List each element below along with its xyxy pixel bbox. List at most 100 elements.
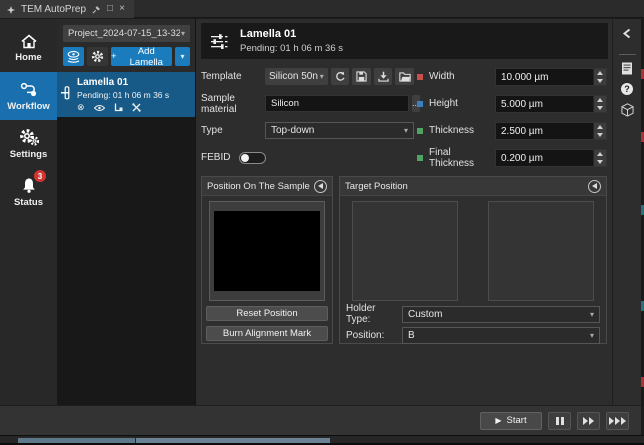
mill-icon[interactable] — [132, 103, 141, 112]
skip-step-button[interactable] — [577, 412, 600, 430]
maximize-icon[interactable]: □ — [107, 4, 113, 14]
position-select[interactable]: B ▾ — [402, 327, 600, 344]
start-button[interactable]: ▶ Start — [480, 412, 542, 430]
reset-position-button[interactable]: Reset Position — [206, 306, 328, 321]
project-select[interactable]: Project_2024-07-15_13-32-... ▾ — [63, 25, 190, 42]
home-icon — [20, 33, 38, 49]
chevron-down-icon: ▾ — [181, 29, 185, 38]
folder-icon — [399, 72, 411, 82]
target-section-title: Target Position — [345, 181, 408, 192]
type-select[interactable]: Top-down ▾ — [265, 122, 414, 139]
sliders-icon — [210, 33, 229, 50]
template-refresh-button[interactable] — [331, 68, 350, 85]
position-marker-icon[interactable] — [114, 103, 123, 112]
height-input[interactable]: 5.000 µm — [495, 95, 607, 113]
cube-3d-icon[interactable] — [621, 103, 634, 117]
sidebar-item-workflow[interactable]: Workflow — [0, 72, 57, 120]
sidebar-item-home[interactable]: Home — [0, 24, 57, 72]
pause-button[interactable] — [548, 412, 571, 430]
eye-icon[interactable] — [94, 104, 105, 112]
dimension-color-swatch — [417, 155, 423, 161]
import-icon — [378, 71, 389, 82]
content-area: Home Workflow Settings — [0, 19, 644, 405]
dimension-color-swatch — [417, 101, 423, 107]
template-save-button[interactable] — [352, 68, 371, 85]
holder-preview-right — [488, 201, 594, 301]
chevron-down-icon: ▾ — [320, 72, 324, 81]
position-section-title: Position On The Sample — [207, 181, 310, 192]
pause-icon — [556, 417, 559, 425]
lamella-icon — [61, 86, 73, 112]
window-tab[interactable]: TEM AutoPrep □ × — [0, 0, 134, 18]
lamella-form: Template Silicon 50n ▾ — [201, 67, 607, 175]
chevron-down-icon: ▾ — [590, 331, 594, 340]
help-icon[interactable]: ? — [621, 83, 633, 95]
tem-autoprep-window: TEM AutoPrep □ × Home Workflow — [0, 0, 644, 445]
thickness-input[interactable]: 2.500 µm — [495, 122, 607, 140]
play-icon: ▶ — [495, 416, 501, 425]
lamella-detail-header: Lamella 01 Pending: 01 h 06 m 36 s — [201, 23, 608, 59]
stage-eye-icon — [66, 50, 81, 64]
status-badge: 3 — [34, 170, 46, 182]
final-thickness-stepper[interactable] — [593, 150, 606, 166]
project-name: Project_2024-07-15_13-32-... — [68, 28, 180, 39]
febid-label: FEBID — [201, 152, 230, 163]
log-document-icon[interactable] — [621, 62, 633, 75]
dimension-color-swatch — [417, 74, 423, 80]
dimension-color-swatch — [417, 128, 423, 134]
cancel-icon[interactable]: ⊗ — [77, 103, 85, 112]
add-lamella-dropdown-button[interactable]: ▾ — [175, 47, 190, 66]
thickness-stepper[interactable] — [593, 123, 606, 139]
sidebar: Home Workflow Settings — [0, 19, 57, 405]
lamella-settings-button[interactable] — [87, 47, 108, 66]
template-import-button[interactable] — [374, 68, 393, 85]
sample-material-label: Sample material — [201, 93, 265, 115]
final-thickness-input[interactable]: 0.200 µm — [495, 149, 607, 167]
sidebar-item-settings[interactable]: Settings — [0, 120, 57, 168]
collapse-arrow-icon[interactable] — [588, 180, 601, 193]
lamella-status: Pending: 01 h 06 m 36 s — [77, 90, 191, 100]
template-label: Template — [201, 71, 265, 82]
gears-icon — [19, 128, 39, 146]
sample-image-frame[interactable] — [209, 201, 325, 301]
gear-icon — [91, 50, 104, 63]
febid-toggle[interactable] — [239, 152, 266, 164]
detail-title: Lamella 01 — [240, 28, 343, 40]
skip-all-button[interactable] — [606, 412, 629, 430]
workflow-icon — [19, 81, 38, 98]
sample-material-input[interactable] — [265, 95, 409, 112]
fast-forward-icon — [583, 417, 588, 425]
stage-view-button[interactable] — [63, 47, 84, 66]
close-icon[interactable]: × — [119, 4, 125, 14]
template-open-folder-button[interactable] — [395, 68, 414, 85]
holder-type-select[interactable]: Custom ▾ — [402, 306, 600, 323]
collapse-arrow-icon[interactable] — [314, 180, 327, 193]
window-title: TEM AutoPrep — [21, 4, 86, 15]
refresh-icon — [335, 71, 346, 82]
burn-alignment-mark-button[interactable]: Burn Alignment Mark — [206, 326, 328, 341]
width-stepper[interactable] — [593, 69, 606, 85]
width-input[interactable]: 10.000 µm — [495, 68, 607, 86]
sidebar-item-status[interactable]: 3 Status — [0, 168, 57, 216]
lamella-list-item[interactable]: Lamella 01 Pending: 01 h 06 m 36 s ⊗ — [57, 72, 195, 117]
dimension-row: Final Thickness 0.200 µm — [414, 148, 607, 167]
project-panel: Project_2024-07-15_13-32-... ▾ — [57, 19, 195, 405]
chevron-down-icon: ▾ — [180, 52, 184, 61]
bottom-window-edge — [0, 435, 644, 443]
holder-preview-left — [352, 201, 458, 301]
add-lamella-button[interactable]: + Add Lamella — [111, 47, 172, 66]
sample-image[interactable] — [214, 211, 320, 291]
collapse-panel-icon[interactable] — [622, 28, 632, 39]
height-stepper[interactable] — [593, 96, 606, 112]
template-select[interactable]: Silicon 50n ▾ — [265, 68, 328, 85]
dimension-row: Height 5.000 µm — [414, 94, 607, 113]
pin-icon[interactable] — [92, 5, 101, 14]
plus-icon: + — [111, 51, 117, 62]
holder-type-label: Holder Type: — [346, 303, 402, 325]
project-toolbar-area: Project_2024-07-15_13-32-... ▾ — [57, 19, 195, 72]
lamella-detail-panel: Lamella 01 Pending: 01 h 06 m 36 s Templ… — [195, 19, 612, 405]
save-icon — [356, 71, 367, 82]
position-on-sample-group: Position On The Sample Reset Position Bu… — [201, 176, 333, 344]
lamella-list: Lamella 01 Pending: 01 h 06 m 36 s ⊗ — [57, 72, 195, 405]
divider — [619, 54, 636, 55]
